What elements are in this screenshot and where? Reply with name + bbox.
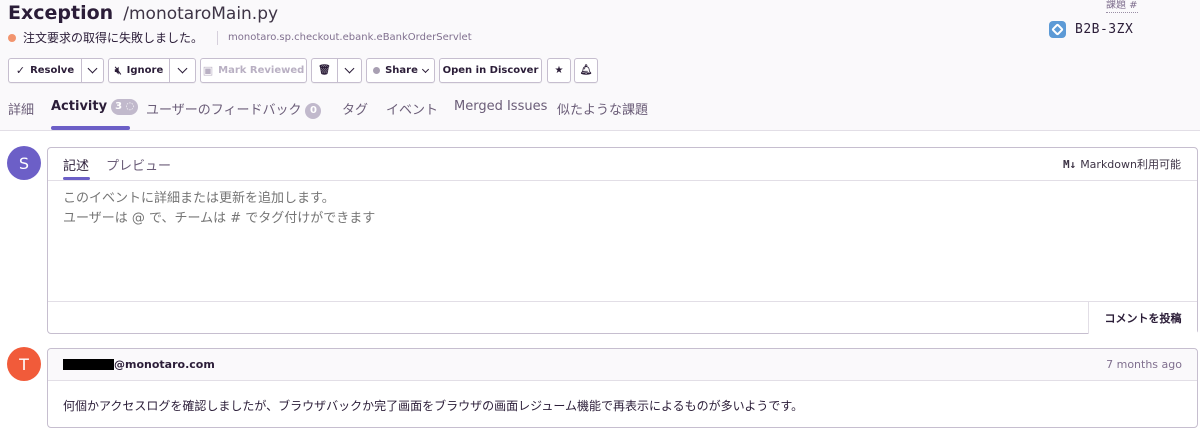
activity-count-badge: 3 ◌ [111, 99, 139, 115]
tab-activity[interactable]: Activity 3 ◌ [51, 90, 139, 131]
project-icon [1049, 21, 1066, 38]
avatar: T [7, 347, 41, 381]
tab-write[interactable]: 記述 [63, 155, 89, 174]
editor-active-tab-indicator [63, 177, 90, 180]
open-in-discover-label: Open in Discover [442, 65, 539, 76]
resolve-dropdown-button[interactable] [82, 58, 104, 83]
chevron-down-icon [344, 63, 355, 74]
delete-dropdown-button[interactable] [338, 58, 362, 83]
activity-count: 3 [115, 101, 123, 112]
issue-filename: /monotaroMain.py [123, 4, 279, 24]
ignore-button[interactable]: 🔇︎ Ignore [108, 58, 170, 83]
tab-tags-label: タグ [342, 103, 369, 118]
ignore-dropdown-button[interactable] [170, 58, 196, 83]
comment-author: @monotaro.com [63, 358, 215, 371]
issue-short-id[interactable]: B2B-3ZX [1049, 21, 1133, 38]
subscribe-button[interactable]: 🔔︎ [574, 58, 598, 83]
issue-message: 注文要求の取得に失敗しました。 [23, 31, 204, 45]
share-status-icon [373, 67, 381, 74]
ignore-label: Ignore [126, 65, 164, 76]
comment-author-domain: @monotaro.com [114, 358, 215, 371]
active-tab-indicator [51, 126, 130, 130]
tab-preview[interactable]: プレビュー [106, 155, 171, 174]
comment-timestamp: 7 months ago [1106, 358, 1182, 371]
tab-user-feedback[interactable]: ユーザーのフィードバック 0 [146, 90, 322, 131]
share-label: Share [385, 65, 418, 76]
user-feedback-count-badge: 0 [305, 103, 322, 119]
tab-merged-issues[interactable]: Merged Issues [454, 90, 547, 131]
activity-comment: @monotaro.com 7 months ago 何個かアクセスログを確認し… [47, 348, 1198, 428]
markdown-icon: M↓ [1062, 157, 1077, 171]
issue-header: Exception /monotaroMain.py 注文要求の取得に失敗しまし… [0, 0, 1200, 131]
mute-icon: 🔇︎ [114, 63, 122, 77]
avatar: S [7, 146, 41, 180]
tab-similar-label: 似たような課題 [557, 103, 649, 118]
tab-tags[interactable]: タグ [342, 90, 368, 131]
share-button[interactable]: Share [366, 58, 435, 83]
chevron-down-icon [421, 65, 429, 73]
comment-header: @monotaro.com 7 months ago [48, 349, 1197, 381]
mark-reviewed-label: Mark Reviewed [218, 65, 305, 76]
comment-editor: 記述 プレビュー M↓ Markdown利用可能 コメントを投稿 [47, 147, 1198, 334]
comment-body: 何個かアクセスログを確認しましたが、ブラウザバックか完了画面をブラウザの画面レジ… [63, 399, 804, 413]
tab-merged-label: Merged Issues [454, 99, 548, 114]
bell-icon: 🔔︎ [579, 65, 593, 76]
issue-title: Exception /monotaroMain.py [8, 2, 278, 24]
open-in-discover-button[interactable]: Open in Discover [439, 58, 542, 83]
chevron-down-icon [87, 63, 98, 74]
resolve-label: Resolve [30, 65, 75, 76]
markdown-supported-note: M↓ Markdown利用可能 [1063, 156, 1181, 172]
tab-details[interactable]: 詳細 [8, 90, 34, 131]
issue-type: Exception [8, 2, 114, 24]
tab-activity-label: Activity [51, 99, 108, 114]
mark-reviewed-button[interactable]: ▣ Mark Reviewed [200, 58, 307, 83]
level-dot-icon [8, 33, 16, 42]
editor-tabs: 記述 プレビュー M↓ Markdown利用可能 [48, 148, 1197, 181]
editor-footer: コメントを投稿 [48, 301, 1197, 334]
star-icon: ★ [554, 65, 564, 76]
tab-user-feedback-label: ユーザーのフィードバック [146, 103, 302, 118]
issue-location: monotaro.sp.checkout.ebank.eBankOrderSer… [228, 32, 472, 43]
issue-subtitle: 注文要求の取得に失敗しました。 monotaro.sp.checkout.eba… [8, 29, 472, 46]
comment-icon: ◌ [125, 101, 135, 112]
comment-textarea[interactable] [63, 189, 1163, 289]
check-icon: ✓ [15, 64, 26, 77]
chevron-down-icon [177, 63, 188, 74]
issue-short-id-text: B2B-3ZX [1075, 22, 1134, 37]
tab-events-label: イベント [386, 103, 439, 118]
redacted-name [63, 359, 114, 370]
post-comment-button[interactable]: コメントを投稿 [1088, 302, 1197, 334]
inbox-icon: ▣ [202, 64, 214, 77]
subtitle-divider [217, 30, 219, 45]
issue-number-label: 課題 # [1106, 0, 1138, 13]
tab-similar-issues[interactable]: 似たような課題 [557, 90, 648, 131]
delete-button[interactable]: 🗑︎ [311, 58, 338, 83]
resolve-button[interactable]: ✓ Resolve [8, 58, 82, 83]
bookmark-button[interactable]: ★ [547, 58, 571, 83]
tab-events[interactable]: イベント [386, 90, 438, 131]
tab-details-label: 詳細 [8, 103, 35, 118]
trash-icon: 🗑︎ [318, 65, 331, 76]
markdown-note-label: Markdown利用可能 [1080, 158, 1181, 171]
